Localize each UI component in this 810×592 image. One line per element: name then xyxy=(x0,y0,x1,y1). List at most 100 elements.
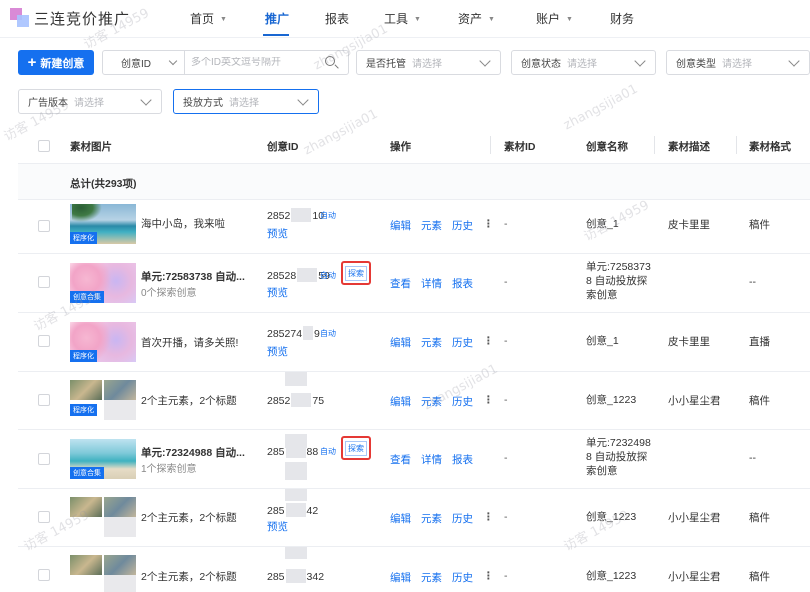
report-link[interactable]: 报表 xyxy=(452,276,473,291)
material-desc: 小小星尘君 xyxy=(668,512,721,524)
top-nav: 三连竞价推广 首页 ▼ 推广 报表 工具 ▼ 资产 ▼ 账户 ▼ 财务 xyxy=(0,0,810,38)
table-row[interactable]: 创意合集 单元:72324988 自动... 1个探索创意 285 88 自动 探… xyxy=(18,430,810,489)
elements-link[interactable]: 元素 xyxy=(421,218,442,233)
details-link[interactable]: 详情 xyxy=(421,276,442,291)
chevron-down-icon xyxy=(634,54,646,67)
report-link[interactable]: 报表 xyxy=(452,452,473,467)
edit-link[interactable]: 编辑 xyxy=(390,570,411,585)
nav-item-tools[interactable]: 工具 ▼ xyxy=(384,10,421,27)
redacted-mask xyxy=(285,444,306,458)
table-row[interactable]: 2个主元素，2个标题 285 42 预览 编辑 元素 历史 ⋮ - 创意_1223… xyxy=(18,489,810,547)
search-icon[interactable] xyxy=(324,55,340,71)
more-icon[interactable]: ⋮ xyxy=(483,218,494,233)
collection-tag: 创意合集 xyxy=(70,291,104,303)
explore-count: 1个探索创意 xyxy=(141,464,197,475)
material-title: 2个主元素，2个标题 xyxy=(141,571,237,583)
new-creative-button[interactable]: + 新建创意 xyxy=(18,50,94,75)
col-header-image: 素材图片 xyxy=(70,141,112,153)
ad-version-filter[interactable]: 广告版本 请选择 xyxy=(18,89,162,114)
elements-link[interactable]: 元素 xyxy=(421,394,442,409)
plus-icon: + xyxy=(27,54,37,71)
material-thumbnail[interactable]: 程序化 xyxy=(70,380,136,420)
more-icon[interactable]: ⋮ xyxy=(483,335,494,350)
app-logo[interactable]: 三连竞价推广 xyxy=(10,8,130,28)
material-thumbnail[interactable]: 创意合集 xyxy=(70,439,136,479)
chevron-down-icon xyxy=(479,54,491,67)
elements-link[interactable]: 元素 xyxy=(421,335,442,350)
preview-link[interactable]: 预览 xyxy=(267,344,288,359)
programmatic-tag: 程序化 xyxy=(70,232,97,244)
nav-item-finance[interactable]: 财务 xyxy=(610,10,634,27)
details-link[interactable]: 详情 xyxy=(421,452,442,467)
history-link[interactable]: 历史 xyxy=(452,511,473,526)
material-thumbnail[interactable]: 创意合集 xyxy=(70,263,136,303)
select-all-checkbox[interactable] xyxy=(38,140,50,152)
hosting-filter[interactable]: 是否托管 请选择 xyxy=(356,50,501,75)
material-format: 稿件 xyxy=(749,395,770,407)
thumb-placeholder xyxy=(104,517,136,537)
nav-item-account[interactable]: 账户 ▼ xyxy=(536,10,573,27)
nav-item-assets[interactable]: 资产 ▼ xyxy=(458,10,495,27)
explore-tag[interactable]: 探索 xyxy=(343,264,369,281)
preview-link[interactable]: 预览 xyxy=(267,519,288,534)
logo-mark-icon xyxy=(10,8,30,28)
nav-item-promotion[interactable]: 推广 xyxy=(265,10,289,27)
edit-link[interactable]: 编辑 xyxy=(390,511,411,526)
material-format: -- xyxy=(749,452,756,464)
edit-link[interactable]: 编辑 xyxy=(390,394,411,409)
col-header-material-format: 素材格式 xyxy=(749,141,791,153)
history-link[interactable]: 历史 xyxy=(452,335,473,350)
table-row[interactable]: 程序化 首次开播，请多关照! 285274 9 自动 预览 编辑 元素 历史 ⋮ … xyxy=(18,313,810,372)
more-icon[interactable]: ⋮ xyxy=(483,511,494,526)
row-checkbox[interactable] xyxy=(38,394,50,406)
nav-item-reports[interactable]: 报表 xyxy=(325,10,349,27)
explore-tag[interactable]: 探索 xyxy=(343,439,369,456)
edit-link[interactable]: 编辑 xyxy=(390,335,411,350)
elements-link[interactable]: 元素 xyxy=(421,570,442,585)
history-link[interactable]: 历史 xyxy=(452,218,473,233)
row-checkbox[interactable] xyxy=(38,511,50,523)
edit-link[interactable]: 编辑 xyxy=(390,218,411,233)
redacted-mask xyxy=(285,569,306,583)
row-checkbox[interactable] xyxy=(38,453,50,465)
delivery-method-filter[interactable]: 投放方式 请选择 xyxy=(173,89,319,114)
table-row[interactable]: 2个主元素，2个标题 285 342 编辑 元素 历史 ⋮ - 创意_1223 小… xyxy=(18,547,810,592)
table-row[interactable]: 创意合集 单元:72583738 自动... 0个探索创意 28528 59 自动… xyxy=(18,254,810,313)
explore-count: 0个探索创意 xyxy=(141,288,197,299)
creative-type-filter[interactable]: 创意类型 请选择 xyxy=(666,50,810,75)
material-desc: 皮卡里里 xyxy=(668,219,710,231)
nav-item-home[interactable]: 首页 ▼ xyxy=(190,10,227,27)
material-format: 稿件 xyxy=(749,219,770,231)
preview-link[interactable]: 预览 xyxy=(267,285,288,300)
preview-link[interactable]: 预览 xyxy=(267,226,288,241)
more-icon[interactable]: ⋮ xyxy=(483,394,494,409)
material-thumbnail[interactable]: 程序化 xyxy=(70,322,136,362)
active-nav-indicator xyxy=(263,34,289,36)
material-thumbnail[interactable]: 程序化 xyxy=(70,204,136,244)
material-id: - xyxy=(504,511,508,523)
material-thumbnail[interactable] xyxy=(70,497,136,537)
row-checkbox[interactable] xyxy=(38,220,50,232)
material-id: - xyxy=(504,394,508,406)
creative-status-filter[interactable]: 创意状态 请选择 xyxy=(511,50,656,75)
material-thumbnail[interactable] xyxy=(70,555,136,592)
more-icon[interactable]: ⋮ xyxy=(483,570,494,585)
chevron-down-icon: ▼ xyxy=(488,16,495,23)
search-input[interactable] xyxy=(185,57,324,68)
search-field-select[interactable]: 创意ID xyxy=(103,51,185,74)
history-link[interactable]: 历史 xyxy=(452,394,473,409)
history-link[interactable]: 历史 xyxy=(452,570,473,585)
column-divider xyxy=(490,136,491,154)
col-header-creative-id: 创意ID xyxy=(267,141,299,153)
row-checkbox[interactable] xyxy=(38,276,50,288)
table-row[interactable]: 程序化 海中小岛，我来啦 2852 10 自动 预览 编辑 元素 历史 ⋮ - 创… xyxy=(18,200,810,254)
chevron-down-icon: ▼ xyxy=(566,16,573,23)
view-link[interactable]: 查看 xyxy=(390,452,411,467)
table-row[interactable]: 程序化 2个主元素，2个标题 2852 75 编辑 元素 历史 ⋮ - 创意_12… xyxy=(18,372,810,430)
row-checkbox[interactable] xyxy=(38,569,50,581)
view-link[interactable]: 查看 xyxy=(390,276,411,291)
elements-link[interactable]: 元素 xyxy=(421,511,442,526)
creative-search: 创意ID xyxy=(102,50,349,75)
row-checkbox[interactable] xyxy=(38,335,50,347)
redacted-mask xyxy=(285,503,306,517)
